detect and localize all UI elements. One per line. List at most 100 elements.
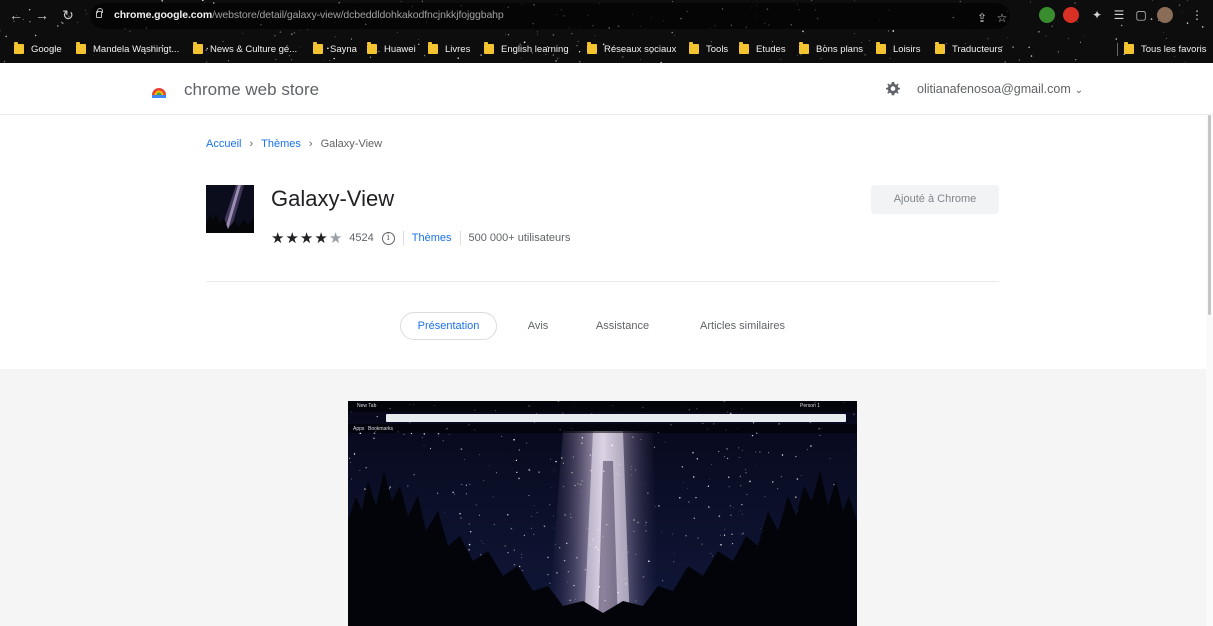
folder-icon [367, 42, 377, 54]
item-category-link[interactable]: Thèmes [412, 232, 452, 244]
bookmark-folder[interactable]: Réseaux sociaux [587, 42, 676, 56]
bookmark-label: Loisirs [893, 43, 921, 55]
store-title[interactable]: chrome web store [184, 80, 319, 100]
folder-icon [14, 42, 24, 54]
star-icon: ★ [285, 229, 299, 247]
folder-icon [935, 42, 945, 54]
bookmark-folder[interactable]: Traducteurs [935, 42, 1002, 56]
folder-icon [876, 42, 886, 54]
bookmark-folder[interactable]: Loisirs [876, 42, 920, 56]
folder-icon [587, 42, 597, 54]
scrollbar-thumb[interactable] [1208, 115, 1211, 315]
account-email: olitianafenosoa@gmail.com [917, 82, 1071, 96]
all-bookmarks-folder[interactable]: Tous les favoris [1124, 42, 1206, 56]
back-icon[interactable]: ← [8, 6, 24, 24]
url-host: chrome.google.com [114, 9, 213, 21]
tab-support[interactable]: Assistance [585, 312, 660, 340]
tab-related[interactable]: Articles similaires [690, 312, 795, 340]
bookmark-label: Tools [706, 43, 729, 55]
tab-overview[interactable]: Présentation [400, 312, 497, 340]
section-divider [206, 281, 999, 282]
forward-icon[interactable]: → [34, 6, 50, 24]
folder-icon [689, 42, 699, 54]
folder-icon [1124, 42, 1134, 54]
bookmark-label: Google [31, 43, 62, 55]
half-star-icon: ★ [328, 229, 343, 247]
address-bar[interactable]: chrome.google.com/webstore/detail/galaxy… [90, 3, 1010, 29]
rating-count[interactable]: 4524 [349, 232, 373, 244]
chevron-down-icon: ⌄ [1074, 85, 1084, 96]
profile-avatar[interactable] [1157, 7, 1173, 23]
adblock-extension-icon[interactable] [1063, 7, 1079, 23]
gear-icon[interactable] [885, 81, 901, 97]
bookmark-folder[interactable]: Huawei [367, 42, 416, 56]
bookmark-label: Huawei [384, 43, 416, 55]
breadcrumb-separator: › [308, 138, 313, 150]
url-path: /webstore/detail/galaxy-view/dcbeddldohk… [212, 9, 504, 21]
folder-icon [428, 42, 438, 54]
theme-screenshot[interactable]: New Tab Person 1 Apps Bookmarks [348, 401, 857, 626]
bookmark-folder[interactable]: Bons plans [799, 42, 863, 56]
bookmark-label: Bons plans [816, 43, 864, 55]
preview-tab-strip [348, 401, 857, 412]
folder-icon [799, 42, 809, 54]
item-title: Galaxy-View [271, 186, 395, 211]
meta-divider [459, 231, 461, 245]
all-bookmarks-label: Tous les favoris [1141, 43, 1207, 55]
bookmark-folder[interactable]: Livres [428, 42, 470, 56]
breadcrumb: Accueil › Thèmes › Galaxy-View [206, 138, 382, 150]
preview-apps-label: Apps [353, 426, 365, 432]
breadcrumb-home[interactable]: Accueil [206, 138, 241, 150]
folder-icon [76, 42, 86, 54]
star-icon: ★ [299, 229, 314, 247]
url-text[interactable]: chrome.google.com/webstore/detail/galaxy… [114, 9, 504, 21]
user-count: 500 000+ utilisateurs [468, 232, 571, 244]
preview-bookmarks-bar [348, 424, 857, 433]
reading-list-icon[interactable]: ☰ [1111, 7, 1127, 23]
sidepanel-icon[interactable]: ▢ [1133, 7, 1149, 23]
lock-icon[interactable] [96, 8, 103, 18]
bookmark-folder[interactable]: Mandela Washingt... [76, 42, 179, 56]
bookmark-folder[interactable]: Etudes [739, 42, 786, 56]
breadcrumb-separator: › [249, 138, 254, 150]
star-icon: ★ [271, 229, 285, 247]
item-meta: ★ ★ ★ ★ ★ 4524 i Thèmes 500 000+ utilisa… [271, 229, 570, 247]
chrome-web-store-logo[interactable] [151, 83, 167, 99]
tab-reviews[interactable]: Avis [518, 312, 558, 340]
extension-icon[interactable] [1039, 7, 1055, 23]
bookmark-label: Sayna [330, 43, 357, 55]
theme-icon [206, 185, 254, 233]
info-icon[interactable]: i [381, 231, 395, 245]
star-icon: ★ [314, 229, 328, 247]
rating-stars[interactable]: ★ ★ ★ ★ ★ [271, 231, 343, 246]
folder-icon [313, 42, 323, 54]
puzzle-icon[interactable]: ✦ [1089, 7, 1105, 23]
bookmark-folder[interactable]: News & Culture gé... [193, 42, 297, 56]
bookmarks-bar: Google Mandela Washingt... News & Cultur… [0, 37, 1213, 61]
star-icon[interactable]: ☆ [994, 10, 1010, 26]
account-menu[interactable]: olitianafenosoa@gmail.com ⌄ [917, 82, 1083, 96]
milky-way-image [348, 401, 857, 626]
bookmark-folder[interactable]: Tools [689, 42, 728, 56]
bookmark-label: Mandela Washingt... [93, 43, 180, 55]
preview-omnibox [386, 414, 846, 422]
galaxy-thumbnail [206, 185, 254, 233]
bookmark-label: Traducteurs [952, 43, 1003, 55]
share-icon[interactable]: ⇪ [974, 10, 990, 26]
bookmarks-divider [1117, 43, 1118, 56]
store-header: chrome web store olitianafenosoa@gmail.c… [0, 63, 1213, 115]
menu-icon[interactable]: ⋮ [1189, 7, 1205, 23]
bookmark-folder[interactable]: Sayna [313, 42, 357, 56]
bookmark-label: Etudes [756, 43, 786, 55]
bookmark-label: News & Culture gé... [210, 43, 298, 55]
bookmark-folder[interactable]: English learning [484, 42, 569, 56]
reload-icon[interactable]: ↻ [60, 6, 76, 24]
bookmark-folder[interactable]: Google [14, 42, 62, 56]
added-to-chrome-button[interactable]: Ajouté à Chrome [871, 185, 999, 214]
bookmark-label: Réseaux sociaux [604, 43, 677, 55]
preview-tab-label: New Tab [357, 403, 377, 409]
breadcrumb-category[interactable]: Thèmes [261, 138, 301, 150]
folder-icon [484, 42, 494, 54]
preview-bookmarks-label: Bookmarks [368, 426, 394, 432]
folder-icon [193, 42, 203, 54]
